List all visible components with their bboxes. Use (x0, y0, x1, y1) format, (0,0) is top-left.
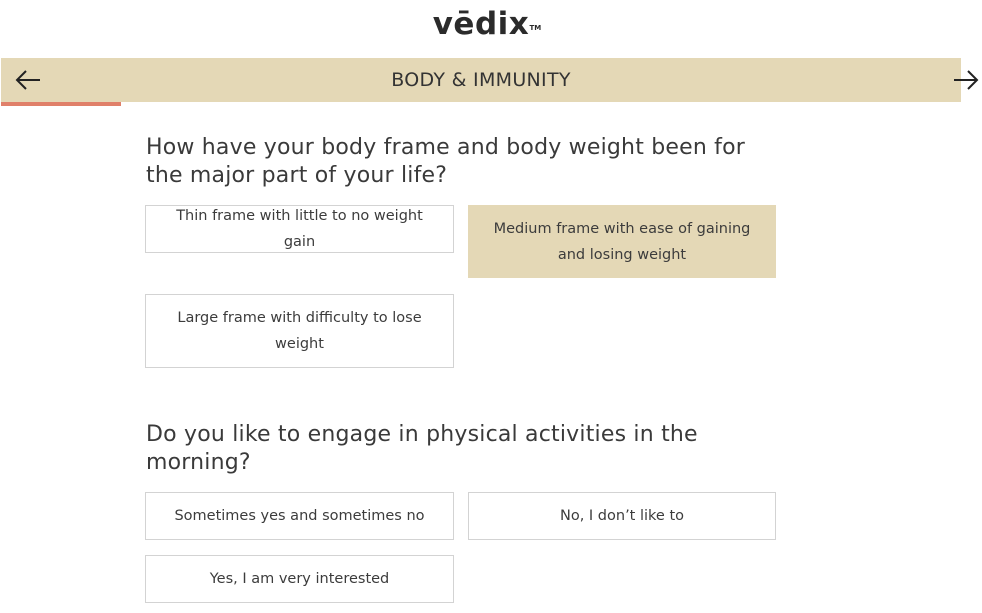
option-no[interactable]: No, I don’t like to (468, 492, 776, 540)
option-label: Large frame with difficulty to lose weig… (177, 310, 422, 352)
quiz-page: vēdix TM BODY & IMMUNITY How have your bo… (0, 0, 982, 613)
option-yes-interested[interactable]: Yes, I am very interested (145, 555, 454, 603)
trademark-mark: TM (529, 24, 542, 32)
next-button[interactable] (946, 58, 982, 102)
question-morning-activity: Do you like to engage in physical activi… (146, 422, 698, 475)
progress-fill (1, 102, 121, 106)
option-large-frame[interactable]: Large frame with difficulty to lose weig… (145, 294, 454, 368)
brand-logo: vēdix TM (0, 4, 962, 44)
option-label: Thin frame with little to no weight gain (176, 208, 423, 250)
back-button[interactable] (8, 58, 48, 102)
arrow-left-icon (15, 70, 40, 90)
option-label: Medium frame with ease of gaining and lo… (493, 220, 751, 263)
option-medium-frame[interactable]: Medium frame with ease of gaining and lo… (468, 205, 776, 278)
option-thin-frame[interactable]: Thin frame with little to no weight gain (145, 205, 454, 253)
brand-wordmark: vēdix TM (433, 4, 542, 44)
question-body-frame: How have your body frame and body weight… (146, 135, 746, 188)
arrow-right-icon (954, 70, 979, 90)
option-label: Yes, I am very interested (209, 571, 390, 587)
option-sometimes[interactable]: Sometimes yes and sometimes no (145, 492, 454, 540)
option-label: No, I don’t like to (559, 508, 684, 524)
section-header-bar: BODY & IMMUNITY (1, 58, 961, 102)
option-label: Sometimes yes and sometimes no (174, 508, 425, 524)
progress-bar (1, 102, 961, 106)
section-title: BODY & IMMUNITY (391, 69, 571, 91)
